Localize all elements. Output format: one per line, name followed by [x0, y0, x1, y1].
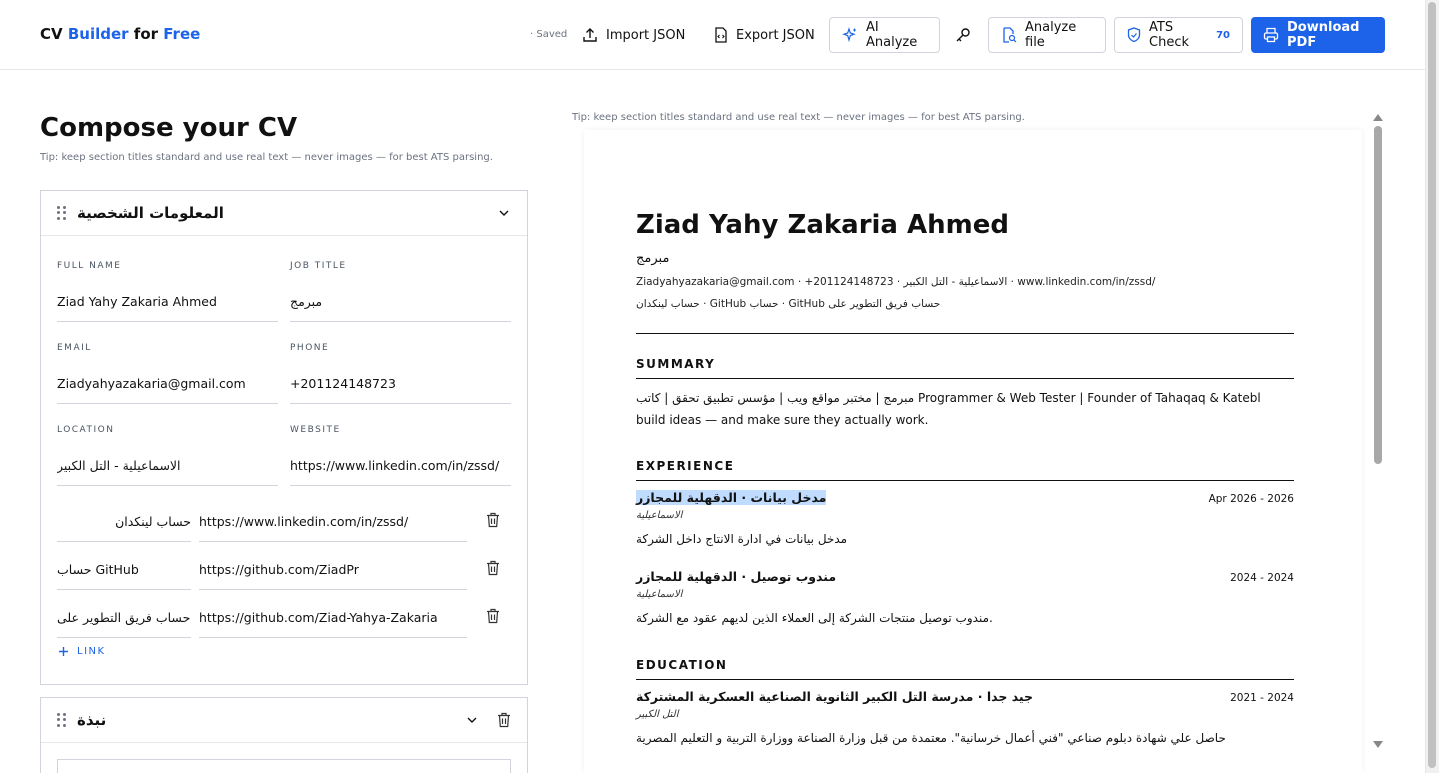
phone-label: PHONE: [290, 343, 330, 353]
link-url-input[interactable]: https://github.com/ZiadPr: [199, 562, 467, 590]
printer-icon: [1263, 27, 1279, 43]
education-heading: EDUCATION: [636, 658, 728, 672]
education-date: 2021 - 2024: [1230, 692, 1294, 704]
trash-icon[interactable]: [486, 560, 500, 576]
summary-heading: SUMMARY: [636, 357, 716, 371]
chevron-down-icon[interactable]: [497, 206, 511, 220]
experience-description: مندوب توصيل منتجات الشركة إلى العملاء ال…: [636, 611, 993, 625]
preview-tip: Tip: keep section titles standard and us…: [572, 112, 1025, 123]
saved-status: · Saved: [530, 29, 568, 40]
job-title-input[interactable]: مبرمج: [290, 294, 511, 322]
cv-contact-line: Ziadyahyazakaria@gmail.com · +2011241487…: [636, 276, 1156, 288]
shield-check-icon: [1127, 27, 1141, 43]
page-scrollbar-thumb[interactable]: [1428, 2, 1436, 768]
divider: [636, 679, 1294, 680]
phone-input[interactable]: +201124148723: [290, 376, 511, 404]
experience-description: مدخل بيانات في ادارة الانتاج داخل الشركة: [636, 532, 848, 546]
ats-score-badge: 70: [1216, 29, 1230, 41]
experience-location: الاسماعيلية: [636, 510, 683, 521]
full-name-input[interactable]: Ziad Yahy Zakaria Ahmed: [57, 294, 278, 322]
add-link-button[interactable]: LINK: [58, 646, 106, 657]
website-label: WEBSITE: [290, 425, 341, 435]
location-label: LOCATION: [57, 425, 115, 435]
chevron-down-icon[interactable]: [465, 713, 479, 727]
education-location: التل الكبير: [636, 709, 679, 720]
link-label-input[interactable]: حساب لينكدان: [57, 514, 191, 542]
upload-icon: [583, 28, 597, 42]
full-name-label: FULL NAME: [57, 261, 122, 271]
experience-heading: EXPERIENCE: [636, 459, 735, 473]
file-code-icon: [715, 27, 727, 43]
link-label-input[interactable]: حساب فريق التطوير على: [57, 610, 191, 638]
link-url-input[interactable]: https://www.linkedin.com/in/zssd/: [199, 514, 467, 542]
experience-date: 2024 - 2024: [1230, 572, 1294, 584]
download-pdf-button[interactable]: Download PDF: [1251, 17, 1385, 53]
divider: [636, 378, 1294, 379]
job-title-label: JOB TITLE: [290, 261, 347, 271]
page-title: Compose your CV: [40, 113, 298, 143]
scroll-down-arrow-icon[interactable]: [1373, 741, 1383, 748]
experience-date: Apr 2026 - 2026: [1208, 493, 1294, 505]
ai-analyze-button[interactable]: AI Analyze: [829, 17, 940, 53]
link-url-input[interactable]: https://github.com/Ziad-Yahya-Zakaria: [199, 610, 467, 638]
education-description: حاصل علي شهادة دبلوم صناعي "فني أعمال خر…: [636, 731, 1226, 745]
summary-card-title: نبذة: [77, 711, 107, 729]
summary-textarea[interactable]: [57, 759, 511, 773]
email-label: EMAIL: [57, 343, 92, 353]
trash-icon[interactable]: [497, 712, 511, 728]
experience-title: مندوب توصيل · الدقهلية للمجازر: [636, 569, 837, 584]
summary-card-header[interactable]: نبذة: [41, 698, 527, 743]
plus-icon: [59, 647, 68, 656]
summary-text: مبرمج | مختبر مواقع ويب | مؤسس تطبيق تحق…: [636, 391, 1261, 427]
drag-handle-icon[interactable]: [57, 206, 67, 220]
key-icon: [956, 28, 970, 42]
scroll-up-arrow-icon[interactable]: [1373, 114, 1383, 121]
cv-links-line: حساب لينكدان · GitHub حساب · GitHub حساب…: [636, 298, 941, 310]
top-bar: CV Builder for Free · Saved Import JSON …: [0, 0, 1425, 70]
file-search-icon: [1003, 27, 1017, 43]
import-json-button[interactable]: Import JSON: [570, 17, 697, 53]
trash-icon[interactable]: [486, 512, 500, 528]
personal-info-header[interactable]: المعلومات الشخصية: [41, 191, 527, 236]
analyze-file-button[interactable]: Analyze file: [988, 17, 1106, 53]
divider: [636, 333, 1294, 334]
website-input[interactable]: https://www.linkedin.com/in/zssd/: [290, 458, 511, 486]
trash-icon[interactable]: [486, 608, 500, 624]
experience-title: مدخل بيانات · الدقهلية للمجازر: [636, 490, 827, 505]
ats-check-button[interactable]: ATS Check 70: [1114, 17, 1243, 53]
export-json-button[interactable]: Export JSON: [702, 17, 827, 53]
drag-handle-icon[interactable]: [57, 713, 67, 727]
location-input[interactable]: الاسماعيلية - التل الكبير: [57, 458, 278, 486]
cv-job-title: مبرمج: [636, 251, 670, 266]
personal-info-title: المعلومات الشخصية: [77, 204, 224, 222]
link-label-input[interactable]: حساب GitHub: [57, 562, 191, 590]
ats-tip: Tip: keep section titles standard and us…: [40, 152, 493, 163]
divider: [636, 480, 1294, 481]
summary-card: نبذة: [40, 697, 528, 773]
experience-location: الاسماعيلية: [636, 589, 683, 600]
sparkle-icon: [842, 27, 856, 43]
brand-logo[interactable]: CV Builder for Free: [40, 25, 200, 43]
preview-scrollbar-thumb[interactable]: [1374, 126, 1382, 464]
education-title: جيد جدا · مدرسة التل الكبير الثانوية الص…: [636, 689, 1034, 704]
cv-name: Ziad Yahy Zakaria Ahmed: [636, 210, 1010, 240]
email-input[interactable]: Ziadyahyazakaria@gmail.com: [57, 376, 278, 404]
api-key-button[interactable]: [944, 17, 982, 53]
